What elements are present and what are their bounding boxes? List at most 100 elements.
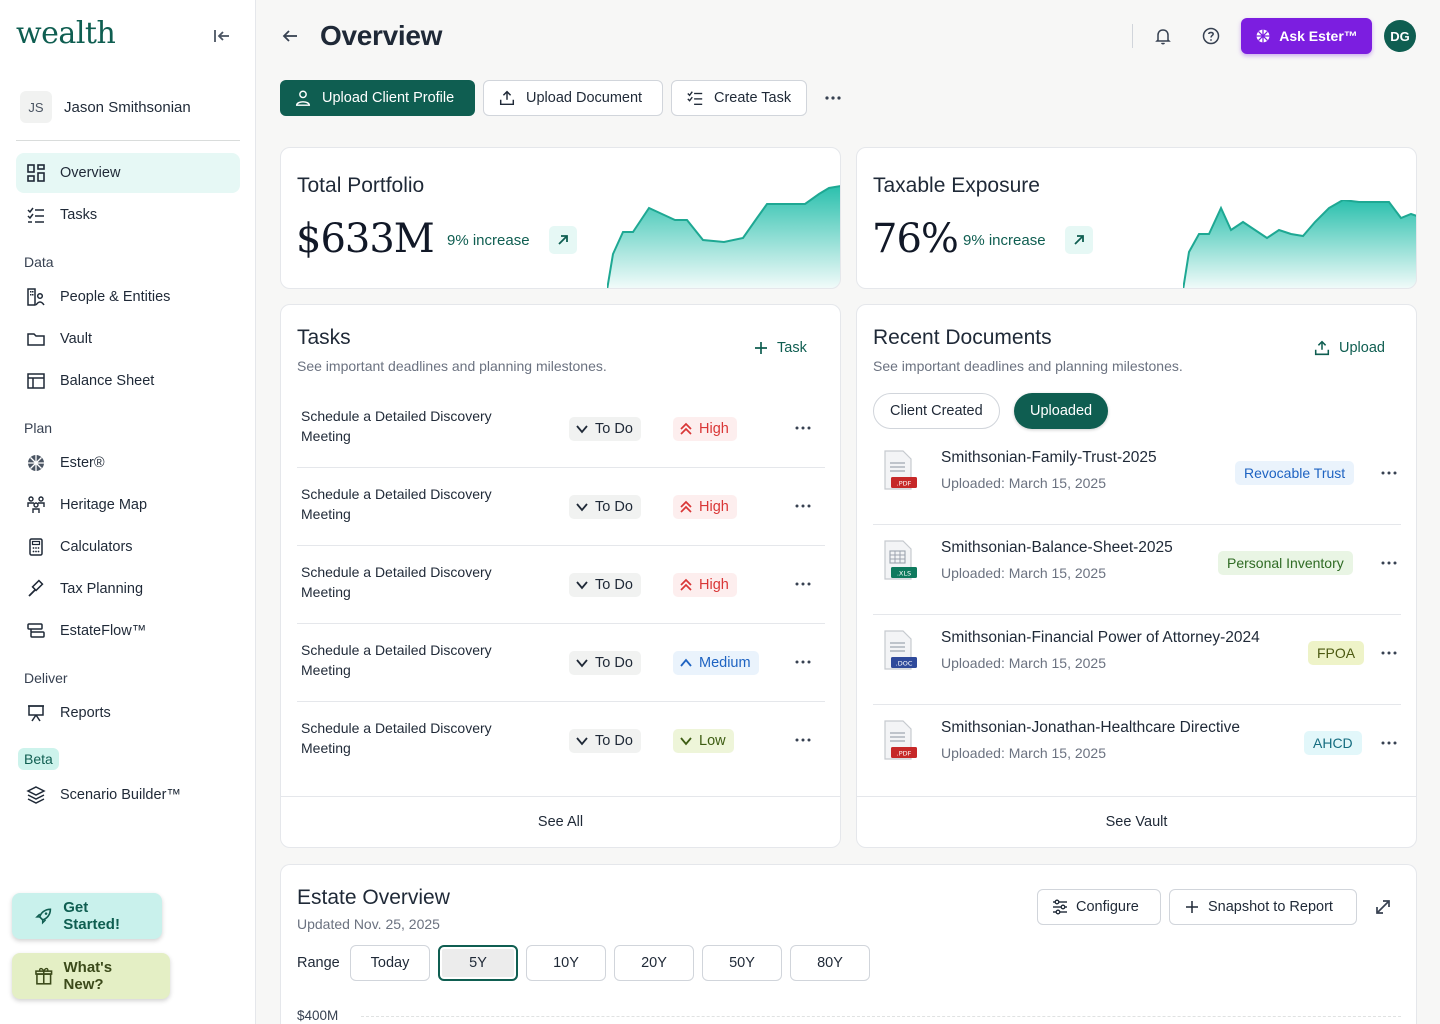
chevron-down-icon [680, 737, 692, 746]
plus-icon [1186, 901, 1198, 913]
upload-icon [1314, 340, 1330, 356]
task-row[interactable]: Schedule a Detailed Discovery Meeting To… [297, 390, 825, 468]
see-all-button[interactable]: See All [281, 796, 840, 847]
document-tag: Personal Inventory [1218, 551, 1353, 575]
bell-icon[interactable] [1153, 26, 1173, 46]
upload-label: Upload [1339, 340, 1385, 356]
sidebar-item-label: Heritage Map [60, 497, 148, 513]
sidebar-item-people-entities[interactable]: People & Entities [16, 277, 240, 317]
sidebar-item-balance-sheet[interactable]: Balance Sheet [16, 361, 240, 401]
sidebar-item-scenario-builder[interactable]: Scenario Builder™ [16, 775, 240, 815]
more-options-icon[interactable] [1379, 555, 1399, 571]
add-task-button[interactable]: Task [753, 340, 807, 356]
sidebar-item-tax-planning[interactable]: Tax Planning [16, 569, 240, 609]
gift-icon [35, 967, 53, 985]
range-80y-button[interactable]: 80Y [790, 945, 870, 981]
upload-client-profile-button[interactable]: Upload Client Profile [280, 80, 475, 116]
tab-uploaded[interactable]: Uploaded [1014, 393, 1109, 429]
portfolio-sparkline [607, 185, 840, 288]
document-row[interactable]: .DOC Smithsonian-Financial Power of Atto… [873, 615, 1401, 705]
status-dropdown[interactable]: To Do [569, 495, 641, 519]
sidebar-item-reports[interactable]: Reports [16, 693, 240, 733]
more-options-icon[interactable] [1379, 465, 1399, 481]
status-dropdown[interactable]: To Do [569, 573, 641, 597]
sidebar-item-ester[interactable]: Ester® [16, 443, 240, 483]
range-5y-button[interactable]: 5Y [438, 945, 518, 981]
more-options-icon[interactable] [793, 498, 813, 514]
upload-button[interactable]: Upload [1313, 339, 1385, 357]
document-row[interactable]: .PDF Smithsonian-Family-Trust-2025 Uploa… [873, 435, 1401, 525]
tasks-card: Tasks See important deadlines and planni… [280, 304, 841, 848]
document-row[interactable]: .XLS Smithsonian-Balance-Sheet-2025 Uplo… [873, 525, 1401, 615]
task-row[interactable]: Schedule a Detailed Discovery Meeting To… [297, 546, 825, 624]
sidebar-item-calculators[interactable]: Calculators [16, 527, 240, 567]
task-row[interactable]: Schedule a Detailed Discovery Meeting To… [297, 624, 825, 702]
see-vault-button[interactable]: See Vault [857, 796, 1416, 847]
status-label: To Do [595, 421, 633, 437]
more-options-icon[interactable] [793, 420, 813, 436]
card-title: Tasks [297, 326, 351, 349]
sidebar-item-vault[interactable]: Vault [16, 319, 240, 359]
document-date: Uploaded: March 15, 2025 [941, 745, 1106, 761]
more-options-icon[interactable] [793, 576, 813, 592]
add-task-label: Task [777, 340, 807, 356]
range-10y-button[interactable]: 10Y [526, 945, 606, 981]
sidebar-item-overview[interactable]: Overview [16, 153, 240, 193]
priority-label: High [699, 421, 729, 437]
sidebar-item-label: EstateFlow™ [60, 623, 147, 639]
grid-icon [27, 164, 45, 182]
app-logo[interactable]: wealth [16, 16, 116, 51]
checklist-icon [27, 207, 44, 223]
more-actions-icon[interactable] [822, 88, 844, 108]
task-row[interactable]: Schedule a Detailed Discovery Meeting To… [297, 702, 825, 780]
whats-new-button[interactable]: What's New? [12, 953, 170, 999]
gavel-icon [28, 579, 44, 597]
whats-new-label: What's New? [63, 959, 113, 993]
sidebar-item-label: Tax Planning [60, 581, 144, 597]
task-name: Schedule a Detailed Discovery Meeting [301, 564, 492, 600]
ask-ester-button[interactable]: Ask Ester™ [1241, 18, 1372, 54]
client-selector[interactable]: JS Jason Smithsonian [20, 91, 191, 123]
more-options-icon[interactable] [1379, 645, 1399, 661]
range-today-button[interactable]: Today [350, 945, 430, 981]
user-avatar[interactable]: DG [1384, 20, 1416, 52]
sidebar-item-estateflow[interactable]: EstateFlow™ [16, 611, 240, 651]
back-arrow-icon[interactable] [280, 26, 300, 46]
priority-badge: Low [673, 729, 734, 753]
more-options-icon[interactable] [1379, 735, 1399, 751]
tab-client-created[interactable]: Client Created [873, 393, 1000, 429]
task-name: Schedule a Detailed Discovery Meeting [301, 408, 492, 444]
collapse-sidebar-icon[interactable] [210, 26, 234, 46]
create-task-label: Create Task [714, 90, 792, 106]
sidebar-item-tasks[interactable]: Tasks [16, 195, 240, 235]
sidebar-item-heritage-map[interactable]: Heritage Map [16, 485, 240, 525]
card-title: Total Portfolio [297, 174, 425, 197]
task-row[interactable]: Schedule a Detailed Discovery Meeting To… [297, 468, 825, 546]
configure-label: Configure [1076, 899, 1139, 915]
status-dropdown[interactable]: To Do [569, 651, 641, 675]
taxable-value: 76% [872, 216, 959, 262]
estate-overview-card: Estate Overview Updated Nov. 25, 2025 Co… [280, 864, 1417, 1024]
ask-ester-label: Ask Ester™ [1279, 28, 1358, 44]
sidebar-item-label: Tasks [60, 207, 98, 223]
get-started-button[interactable]: Get Started! [12, 893, 162, 939]
status-label: To Do [595, 577, 633, 593]
expand-icon[interactable] [1373, 897, 1393, 917]
flow-icon [27, 623, 45, 638]
create-task-button[interactable]: Create Task [671, 80, 807, 116]
more-options-icon[interactable] [793, 732, 813, 748]
upload-document-button[interactable]: Upload Document [483, 80, 663, 116]
snapshot-to-report-button[interactable]: Snapshot to Report [1169, 889, 1357, 925]
status-dropdown[interactable]: To Do [569, 417, 641, 441]
more-options-icon[interactable] [793, 654, 813, 670]
status-dropdown[interactable]: To Do [569, 729, 641, 753]
document-name: Smithsonian-Jonathan-Healthcare Directiv… [941, 719, 1240, 736]
document-row[interactable]: .PDF Smithsonian-Jonathan-Healthcare Dir… [873, 705, 1401, 795]
configure-button[interactable]: Configure [1037, 889, 1161, 925]
status-label: To Do [595, 655, 633, 671]
range-50y-button[interactable]: 50Y [702, 945, 782, 981]
help-icon[interactable] [1201, 26, 1221, 46]
range-20y-button[interactable]: 20Y [614, 945, 694, 981]
priority-badge: High [673, 495, 737, 519]
card-subtitle: See important deadlines and planning mil… [297, 358, 607, 374]
